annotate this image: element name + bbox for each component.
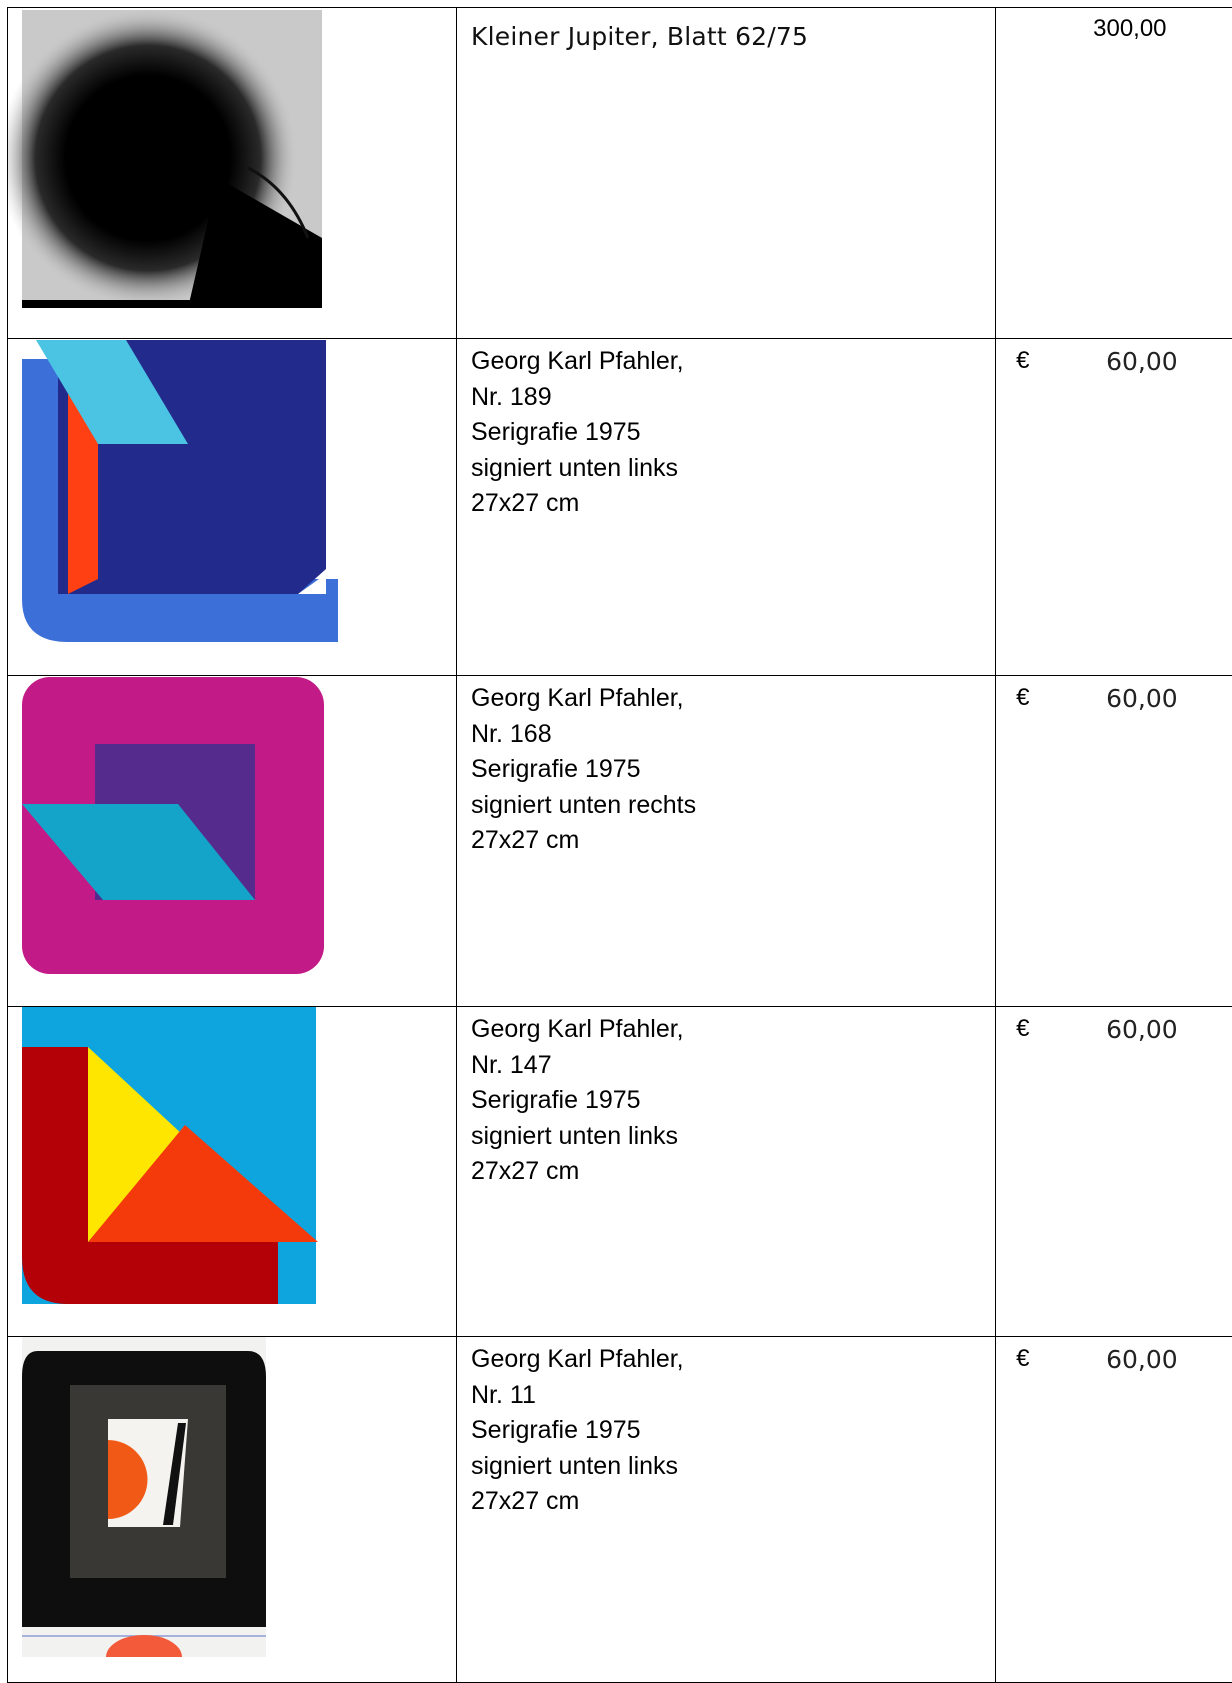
artwork-image-cell [8,1007,457,1337]
artwork-image-cell [8,8,457,339]
pfahler-nr-147-artwork [8,1007,456,1336]
price-value: 60,00 [1106,684,1178,713]
artwork-description: Georg Karl Pfahler, Nr. 11 Serigrafie 19… [471,1342,995,1520]
table-row: Georg Karl Pfahler, Nr. 11 Serigrafie 19… [8,1337,1232,1683]
currency-symbol: € [1016,1345,1029,1373]
price-cell: 300,00 [996,8,1232,339]
artwork-table: Kleiner Jupiter, Blatt 62/75 300,00 Geor… [7,7,1232,1683]
artwork-description-cell: Georg Karl Pfahler, Nr. 189 Serigrafie 1… [457,339,996,676]
price-cell: € 60,00 [996,676,1232,1007]
table-row: Georg Karl Pfahler, Nr. 189 Serigrafie 1… [8,339,1232,676]
artwork-image-cell [8,676,457,1007]
pfahler-nr-11-artwork [8,1337,456,1682]
pfahler-nr-168-artwork [8,676,456,1006]
table-row: Georg Karl Pfahler, Nr. 168 Serigrafie 1… [8,676,1232,1007]
pfahler-nr-189-artwork [8,339,456,675]
artwork-description: Georg Karl Pfahler, Nr. 168 Serigrafie 1… [471,681,995,859]
artwork-description-cell: Georg Karl Pfahler, Nr. 168 Serigrafie 1… [457,676,996,1007]
table-row: Georg Karl Pfahler, Nr. 147 Serigrafie 1… [8,1007,1232,1337]
price-value: 60,00 [1106,1345,1178,1374]
artwork-description-cell: Georg Karl Pfahler, Nr. 11 Serigrafie 19… [457,1337,996,1683]
currency-symbol: € [1016,684,1029,712]
artwork-description: Georg Karl Pfahler, Nr. 189 Serigrafie 1… [471,344,995,522]
spray-black-circle-artwork [8,8,456,338]
price-value: 60,00 [1106,1015,1178,1044]
artwork-description: Georg Karl Pfahler, Nr. 147 Serigrafie 1… [471,1012,995,1190]
price-value: 60,00 [1106,347,1178,376]
table-row: Kleiner Jupiter, Blatt 62/75 300,00 [8,8,1232,339]
artwork-image-cell [8,1337,457,1683]
artwork-image-cell [8,339,457,676]
price-cell: € 60,00 [996,1337,1232,1683]
price-value: 300,00 [1093,15,1166,43]
currency-symbol: € [1016,1015,1029,1043]
artwork-description-cell: Kleiner Jupiter, Blatt 62/75 [457,8,996,339]
catalog-sheet: Kleiner Jupiter, Blatt 62/75 300,00 Geor… [0,0,1232,1681]
price-cell: € 60,00 [996,339,1232,676]
currency-symbol: € [1016,347,1029,375]
artwork-description-cell: Georg Karl Pfahler, Nr. 147 Serigrafie 1… [457,1007,996,1337]
artwork-description: Kleiner Jupiter, Blatt 62/75 [471,13,995,55]
price-cell: € 60,00 [996,1007,1232,1337]
